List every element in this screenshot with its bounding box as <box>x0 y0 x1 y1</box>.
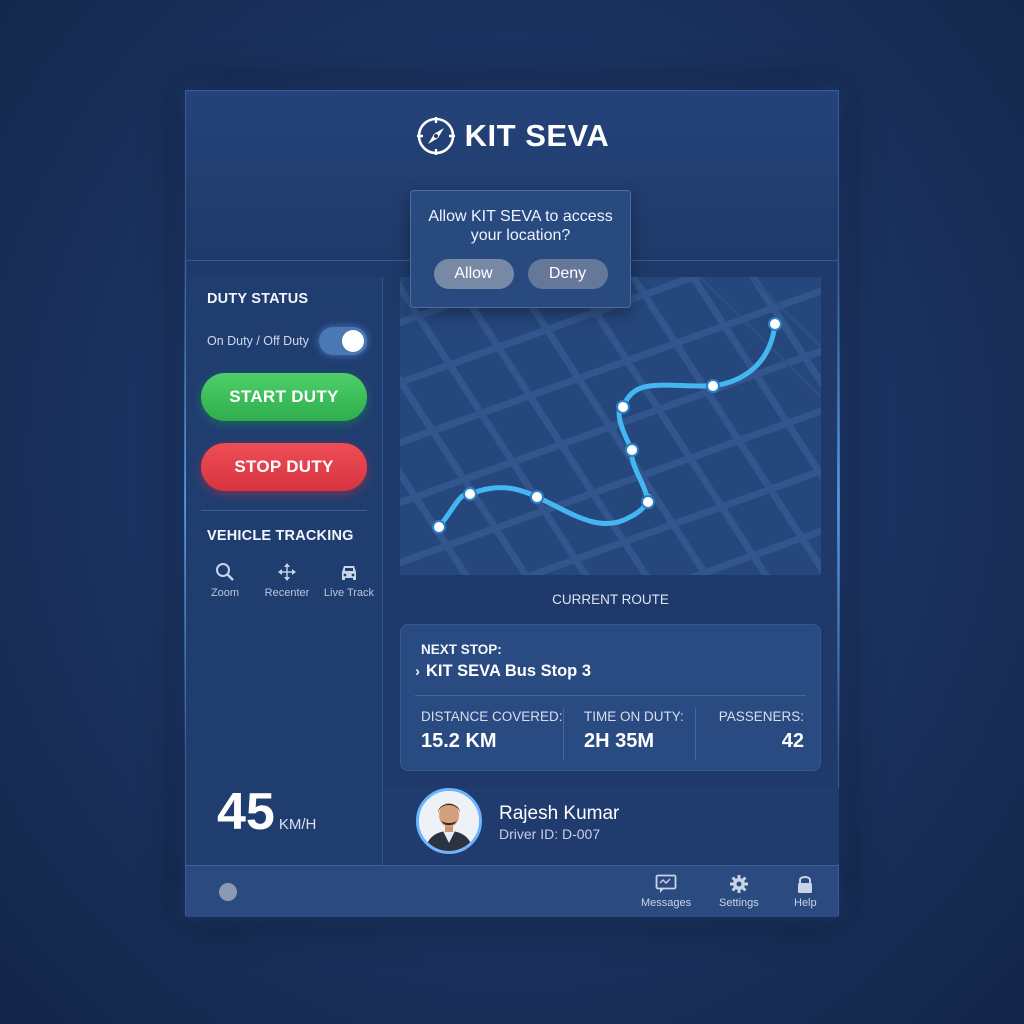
zoom-button[interactable]: Zoom <box>195 561 255 599</box>
allow-button[interactable]: Allow <box>433 259 514 289</box>
search-icon <box>216 563 234 581</box>
car-icon <box>342 566 356 580</box>
app-logo: KIT SEVA <box>186 115 838 157</box>
route-stop-marker[interactable] <box>432 520 446 534</box>
duty-status-title: DUTY STATUS <box>207 291 309 307</box>
map-canvas <box>400 277 821 575</box>
zoom-label: Zoom <box>210 587 240 599</box>
next-stop-title: NEXT STOP: <box>421 642 502 657</box>
stat-separator <box>563 708 564 760</box>
time-label: TIME ON DUTY: <box>584 709 684 724</box>
bottom-navigation: Messages Settings Help <box>186 865 838 917</box>
app-title: KIT SEVA <box>464 118 610 153</box>
driver-name: Rajesh Kumar <box>499 803 620 824</box>
live-track-label: Live Track <box>323 587 375 599</box>
passengers-stat: PASSENERS: 42 <box>719 709 804 753</box>
duty-toggle-label: On Duty / Off Duty <box>207 334 309 348</box>
route-stop-marker[interactable] <box>706 379 720 393</box>
tracking-tools: Zoom Recenter Live Track <box>194 561 380 599</box>
distance-label: DISTANCE COVERED: <box>421 709 563 724</box>
start-duty-button[interactable]: START DUTY <box>201 373 367 421</box>
passengers-label: PASSENERS: <box>718 709 804 724</box>
chevron-right-icon: › <box>415 663 420 680</box>
distance-stat: DISTANCE COVERED: 15.2 KM <box>421 709 563 753</box>
duty-toggle[interactable] <box>319 327 367 355</box>
driver-id: Driver ID: D-007 <box>499 826 601 842</box>
sidebar-divider <box>201 510 367 511</box>
recenter-icon <box>278 563 296 581</box>
gear-icon <box>729 875 748 893</box>
permission-question: Allow KIT SEVA to access your location? <box>428 208 613 244</box>
route-stop-marker[interactable] <box>463 487 477 501</box>
recenter-label: Recenter <box>264 587 310 599</box>
nav-help-label: Help <box>794 897 817 909</box>
speed-unit: KM/H <box>278 816 317 833</box>
time-stat: TIME ON DUTY: 2H 35M <box>584 709 684 753</box>
passengers-value: 42 <box>781 730 804 752</box>
lock-icon <box>798 876 813 893</box>
toggle-knob <box>342 330 364 352</box>
compass-icon <box>416 117 455 155</box>
route-stop-marker[interactable] <box>530 490 544 504</box>
next-stop-name: KIT SEVA Bus Stop 3 <box>426 662 592 680</box>
route-stop-marker[interactable] <box>625 443 639 457</box>
next-stop[interactable]: › KIT SEVA Bus Stop 3 <box>415 662 591 681</box>
route-stop-marker[interactable] <box>616 400 630 414</box>
route-stop-marker[interactable] <box>641 495 655 509</box>
live-track-button[interactable]: Live Track <box>319 561 379 599</box>
location-permission-dialog: Allow KIT SEVA to access your location? … <box>410 190 631 308</box>
nav-messages[interactable]: Messages <box>641 874 691 909</box>
time-value: 2H 35M <box>584 730 655 752</box>
route-map[interactable] <box>400 277 821 575</box>
info-divider <box>415 695 806 696</box>
avatar[interactable] <box>416 788 482 854</box>
speedometer: 45 KM/H <box>217 782 316 842</box>
nav-help[interactable]: Help <box>794 874 817 909</box>
message-icon <box>655 874 677 893</box>
vehicle-tracking-title: VEHICLE TRACKING <box>207 528 354 544</box>
distance-value: 15.2 KM <box>421 730 497 752</box>
nav-settings[interactable]: Settings <box>719 874 759 909</box>
stat-separator <box>695 708 696 760</box>
deny-button[interactable]: Deny <box>527 259 608 289</box>
recenter-button[interactable]: Recenter <box>257 561 317 599</box>
route-stop-marker[interactable] <box>768 317 782 331</box>
nav-settings-label: Settings <box>719 897 759 909</box>
speed-value: 45 <box>217 783 275 841</box>
status-dot <box>219 883 237 901</box>
nav-messages-label: Messages <box>641 897 692 909</box>
driver-card: Rajesh Kumar Driver ID: D-007 <box>384 788 839 864</box>
app-window: KIT SEVA Allow KIT SEVA to access your l… <box>184 90 840 917</box>
duty-toggle-row: On Duty / Off Duty <box>207 327 367 355</box>
stop-duty-button[interactable]: STOP DUTY <box>201 443 367 491</box>
route-caption: CURRENT ROUTE <box>552 592 669 607</box>
sidebar: DUTY STATUS On Duty / Off Duty START DUT… <box>186 277 383 865</box>
driver-photo <box>419 791 479 851</box>
trip-info-card: NEXT STOP: › KIT SEVA Bus Stop 3 DISTANC… <box>400 624 821 771</box>
